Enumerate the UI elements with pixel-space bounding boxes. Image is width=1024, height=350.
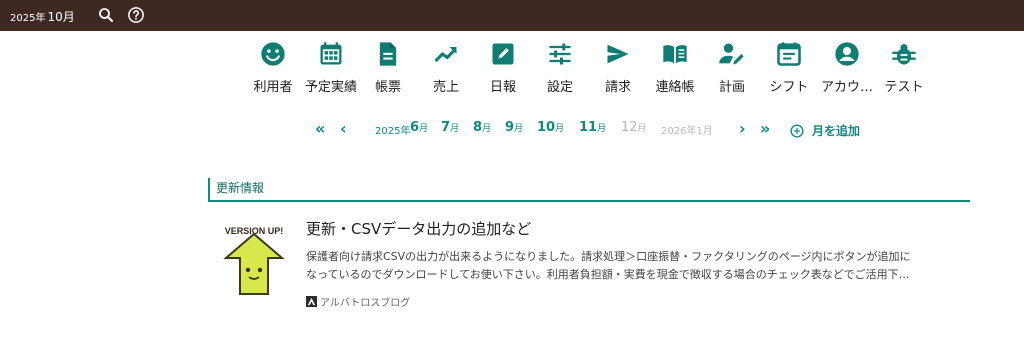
blog-logo-icon xyxy=(306,296,317,307)
news-description-line: なっているのでダウンロードしてお使い下さい。利用者負担額・実費を現金で徴収する場… xyxy=(306,268,910,281)
main-nav: 利用者 予定実績 帳票 売上 日報 設定 請求 連絡帳 計画 シフト アカウ… xyxy=(0,40,1024,100)
add-month-button[interactable]: 月を追加 xyxy=(790,122,860,139)
account-icon xyxy=(833,40,861,68)
last-page-icon[interactable]: » xyxy=(760,119,770,138)
news-header: 更新情報 xyxy=(208,178,970,202)
month-item-disabled: 12月 xyxy=(621,120,647,135)
news-item[interactable]: VERSION UP! 更新・CSVデータ出力の追加など 保護者向け請求CSVの… xyxy=(212,212,972,322)
news-description-line: 保護者向け請求CSVの出力が出来るようになりました。請求処理＞口座振替・ファクタ… xyxy=(306,250,911,263)
nav-item-label: 請求 xyxy=(604,80,631,95)
trending-up-icon xyxy=(432,40,460,68)
book-icon xyxy=(661,40,689,68)
nav-item-label: テスト xyxy=(884,80,924,95)
nav-item-account[interactable]: アカウ… xyxy=(817,40,877,95)
nav-item-contact-book[interactable]: 連絡帳 xyxy=(645,40,705,95)
search-icon[interactable] xyxy=(97,6,115,24)
month-item[interactable]: 11月 xyxy=(579,120,606,135)
nav-item-label: 日報 xyxy=(489,80,516,95)
nav-item-test[interactable]: テスト xyxy=(874,40,934,95)
nav-item-label: 予定実績 xyxy=(304,80,357,95)
news-source-label: アルバトロスブログ xyxy=(320,298,411,309)
nav-item-shift[interactable]: シフト xyxy=(759,40,819,95)
current-month-label: 10月 xyxy=(47,10,75,24)
nav-item-label: 計画 xyxy=(718,80,745,95)
end-year-label: 2026年1月 xyxy=(661,126,713,137)
chevron-left-icon[interactable]: ‹ xyxy=(340,119,347,138)
news-source: アルバトロスブログ xyxy=(306,294,410,309)
first-page-icon[interactable]: « xyxy=(315,119,325,138)
top-bar: 2025年 10月 xyxy=(0,0,1024,31)
smiley-icon xyxy=(259,40,287,68)
nav-item-plan[interactable]: 計画 xyxy=(702,40,762,95)
nav-item-label: 売上 xyxy=(432,80,459,95)
calendar-icon xyxy=(317,40,345,68)
event-note-icon xyxy=(775,40,803,68)
thumbnail-text: VERSION UP! xyxy=(225,226,284,236)
current-year-label: 2025年 xyxy=(10,13,46,24)
nav-item-label: 設定 xyxy=(546,80,573,95)
month-item[interactable]: 7月 xyxy=(441,120,459,135)
nav-item-label: 利用者 xyxy=(253,80,293,95)
nav-item-users[interactable]: 利用者 xyxy=(243,40,303,95)
month-selector: « ‹ 2025年 6月 7月 8月 9月 10月 11月 12月 2026年1… xyxy=(0,116,1024,140)
nav-item-label: シフト xyxy=(769,80,809,95)
nav-item-daily-report[interactable]: 日報 xyxy=(473,40,533,95)
send-icon xyxy=(604,40,632,68)
nav-item-billing[interactable]: 請求 xyxy=(588,40,648,95)
month-item[interactable]: 9月 xyxy=(505,120,523,135)
current-month[interactable]: 2025年 10月 xyxy=(10,8,75,25)
nav-item-forms[interactable]: 帳票 xyxy=(358,40,418,95)
chevron-right-icon[interactable]: › xyxy=(739,119,746,138)
start-year-label: 2025年 xyxy=(375,126,411,137)
nav-item-schedule[interactable]: 予定実績 xyxy=(301,40,361,95)
edit-icon xyxy=(489,40,517,68)
news-description: 保護者向け請求CSVの出力が出来るようになりました。請求処理＞口座振替・ファクタ… xyxy=(306,248,970,284)
version-up-thumbnail: VERSION UP! xyxy=(212,220,296,304)
news-title[interactable]: 更新・CSVデータ出力の追加など xyxy=(306,218,531,239)
nav-item-settings[interactable]: 設定 xyxy=(530,40,590,95)
month-item[interactable]: 8月 xyxy=(473,120,491,135)
month-item[interactable]: 6月 xyxy=(410,120,428,135)
document-icon xyxy=(374,40,402,68)
person-edit-icon xyxy=(718,40,746,68)
nav-item-label: 帳票 xyxy=(374,80,401,95)
add-month-label: 月を追加 xyxy=(812,124,861,138)
sliders-icon xyxy=(546,40,574,68)
nav-item-sales[interactable]: 売上 xyxy=(416,40,476,95)
bug-icon xyxy=(890,40,918,68)
nav-item-label: 連絡帳 xyxy=(655,80,695,95)
help-icon[interactable] xyxy=(127,6,145,24)
add-circle-icon xyxy=(790,123,804,138)
nav-item-label: アカウ… xyxy=(820,80,873,95)
month-item[interactable]: 10月 xyxy=(537,120,564,135)
